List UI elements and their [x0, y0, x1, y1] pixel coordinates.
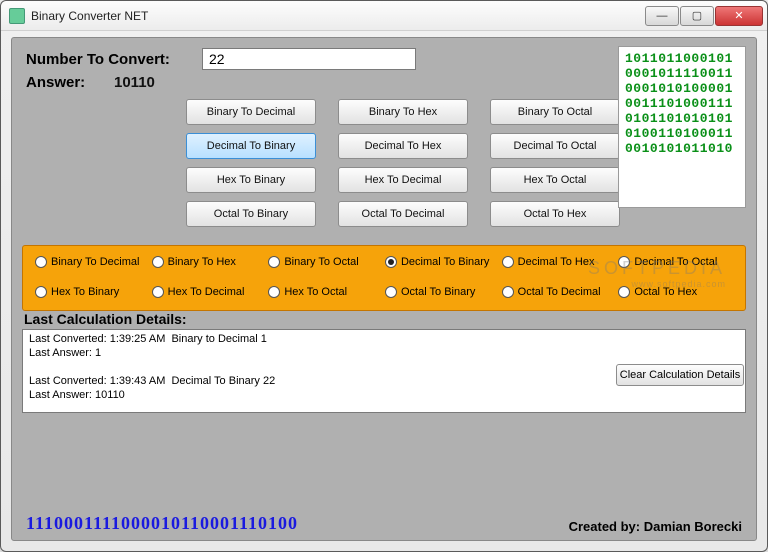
radio-label: Hex To Octal — [284, 286, 347, 298]
radio-icon — [35, 286, 47, 298]
convert-button[interactable]: Binary To Octal — [490, 99, 620, 125]
content-panel: Number To Convert: Answer: 10110 Binary … — [11, 37, 757, 541]
radio-icon — [502, 286, 514, 298]
number-to-convert-label: Number To Convert: — [26, 51, 202, 68]
radio-label: Binary To Decimal — [51, 256, 139, 268]
app-icon — [9, 8, 25, 24]
radio-icon — [152, 286, 164, 298]
convert-radio[interactable]: Decimal To Hex — [502, 256, 619, 268]
convert-button[interactable]: Octal To Binary — [186, 201, 316, 227]
convert-button[interactable]: Decimal To Binary — [186, 133, 316, 159]
convert-radio[interactable]: Binary To Decimal — [35, 256, 152, 268]
radio-label: Decimal To Octal — [634, 256, 717, 268]
footer-credit: Created by: Damian Borecki — [569, 519, 742, 534]
convert-radio[interactable]: Octal To Hex — [618, 286, 735, 298]
convert-button[interactable]: Hex To Octal — [490, 167, 620, 193]
convert-radio[interactable]: Hex To Decimal — [152, 286, 269, 298]
radio-label: Decimal To Hex — [518, 256, 595, 268]
footer-binary-text: 1110001111000010110001110100 — [26, 513, 298, 534]
radio-label: Octal To Decimal — [518, 286, 601, 298]
convert-button[interactable]: Binary To Decimal — [186, 99, 316, 125]
last-details-label: Last Calculation Details: — [24, 311, 756, 327]
number-input[interactable] — [202, 48, 416, 70]
answer-value: 10110 — [114, 74, 155, 91]
radio-label: Octal To Binary — [401, 286, 475, 298]
radio-label: Decimal To Binary — [401, 256, 489, 268]
conversion-radio-panel: Binary To Decimal Binary To Hex Binary To … — [22, 245, 746, 311]
radio-icon — [618, 256, 630, 268]
convert-radio[interactable]: Hex To Binary — [35, 286, 152, 298]
binary-art-panel: 1011011000101 0001011110011 000101010000… — [618, 46, 746, 208]
convert-radio[interactable]: Binary To Hex — [152, 256, 269, 268]
close-button[interactable]: ✕ — [715, 6, 763, 26]
convert-button[interactable]: Octal To Hex — [490, 201, 620, 227]
convert-radio[interactable]: Octal To Decimal — [502, 286, 619, 298]
minimize-button[interactable]: — — [645, 6, 679, 26]
convert-button[interactable]: Hex To Binary — [186, 167, 316, 193]
convert-button[interactable]: Octal To Decimal — [338, 201, 468, 227]
radio-label: Hex To Binary — [51, 286, 119, 298]
titlebar[interactable]: Binary Converter NET — ▢ ✕ — [1, 1, 767, 31]
radio-icon — [152, 256, 164, 268]
radio-icon — [35, 256, 47, 268]
radio-icon — [385, 256, 397, 268]
answer-label: Answer: — [26, 74, 114, 91]
clear-details-button[interactable]: Clear Calculation Details — [616, 364, 744, 386]
convert-button[interactable]: Binary To Hex — [338, 99, 468, 125]
radio-icon — [618, 286, 630, 298]
convert-button[interactable]: Hex To Decimal — [338, 167, 468, 193]
convert-radio[interactable]: Hex To Octal — [268, 286, 385, 298]
app-window: Binary Converter NET — ▢ ✕ Number To Con… — [0, 0, 768, 552]
radio-icon — [268, 256, 280, 268]
convert-radio[interactable]: Decimal To Octal — [618, 256, 735, 268]
convert-radio[interactable]: Octal To Binary — [385, 286, 502, 298]
convert-button[interactable]: Decimal To Octal — [490, 133, 620, 159]
window-title: Binary Converter NET — [31, 9, 645, 23]
radio-label: Binary To Hex — [168, 256, 236, 268]
radio-label: Hex To Decimal — [168, 286, 245, 298]
radio-icon — [268, 286, 280, 298]
radio-label: Binary To Octal — [284, 256, 358, 268]
maximize-button[interactable]: ▢ — [680, 6, 714, 26]
radio-icon — [502, 256, 514, 268]
convert-radio[interactable]: Binary To Octal — [268, 256, 385, 268]
radio-icon — [385, 286, 397, 298]
convert-button[interactable]: Decimal To Hex — [338, 133, 468, 159]
radio-label: Octal To Hex — [634, 286, 697, 298]
convert-radio[interactable]: Decimal To Binary — [385, 256, 502, 268]
conversion-button-grid: Binary To Decimal Binary To Hex Binary To … — [186, 99, 620, 227]
